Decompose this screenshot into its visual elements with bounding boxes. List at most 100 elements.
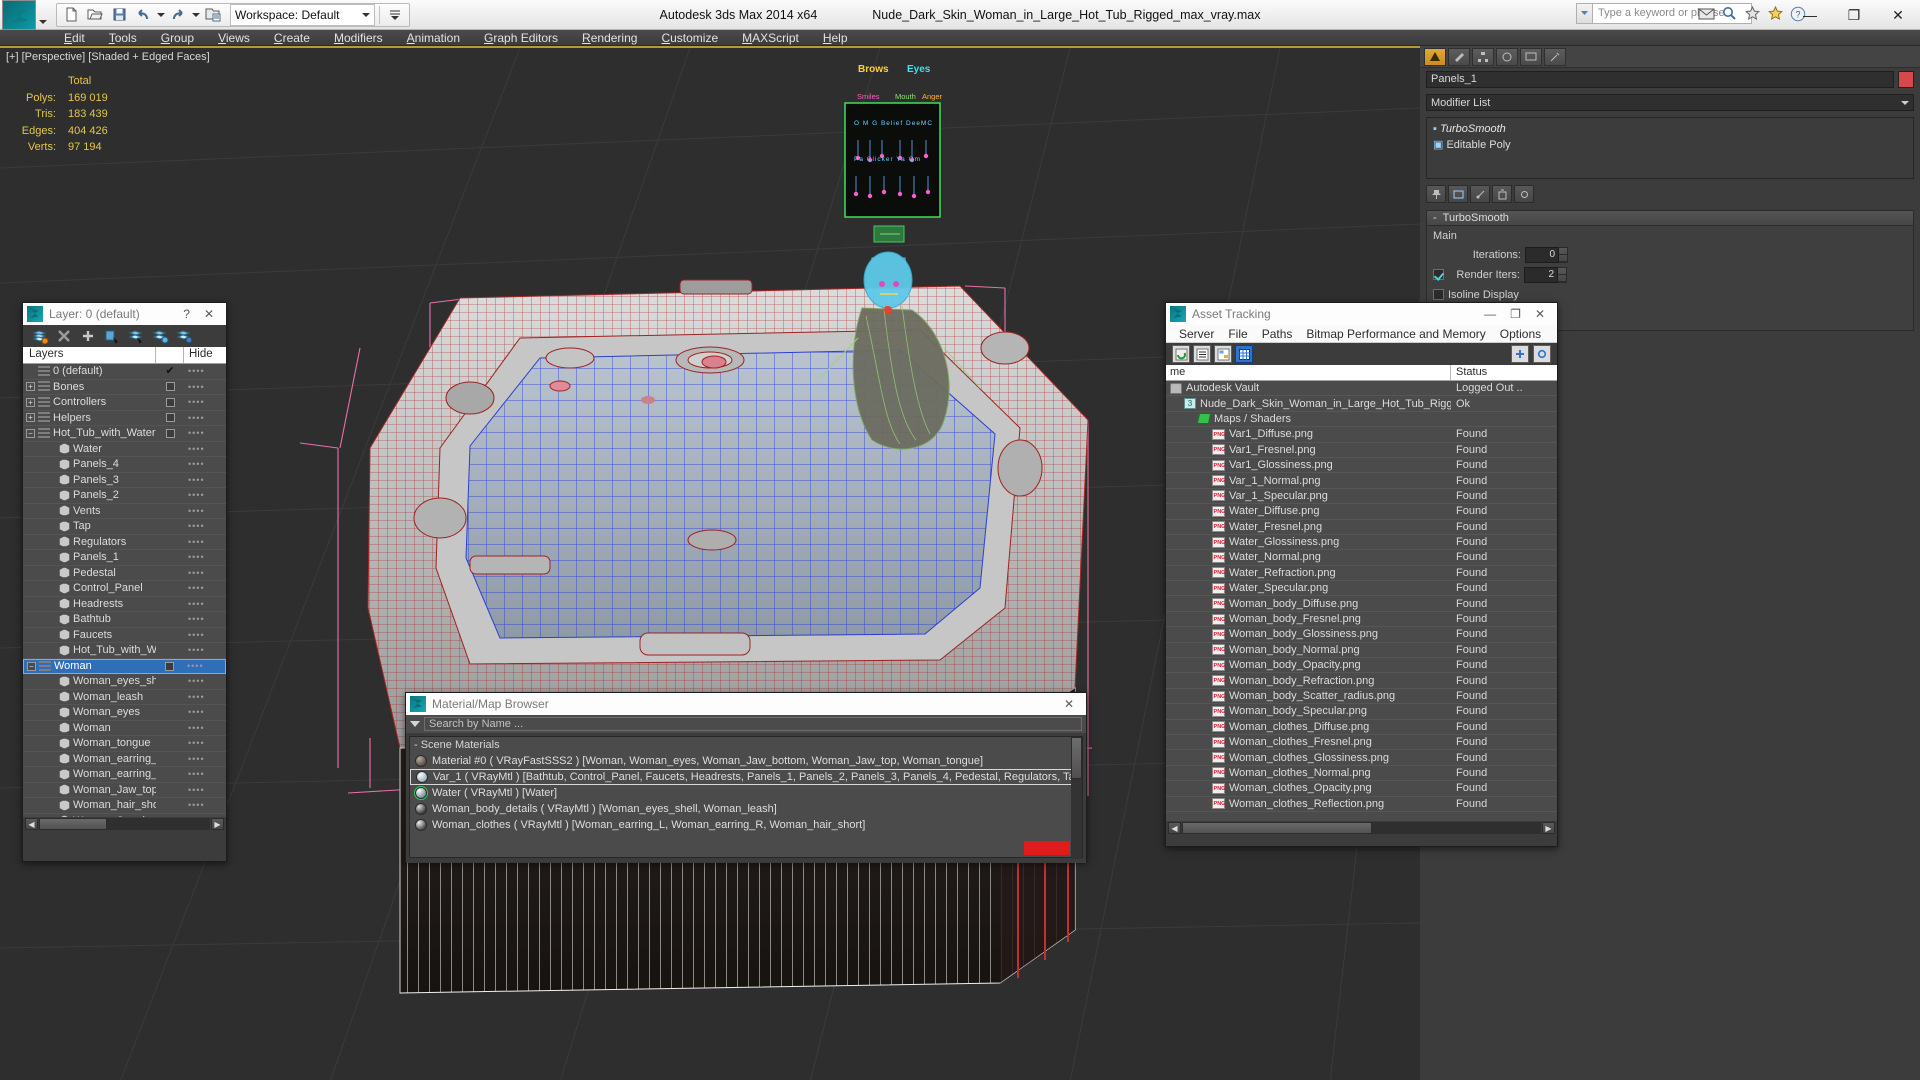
iterations-stepper[interactable]: 0 — [1525, 246, 1568, 263]
layer-row[interactable]: Panels_1 •••• — [23, 550, 226, 566]
layer-freeze-cell[interactable]: •••• — [184, 428, 226, 438]
asset-row[interactable]: Var_1_Specular.png Found — [1166, 489, 1557, 505]
stack-item-editable-poly[interactable]: ▣ Editable Poly — [1431, 137, 1909, 153]
layer-freeze-cell[interactable]: •••• — [184, 521, 226, 531]
asset-row[interactable]: Woman_clothes_Fresnel.png Found — [1166, 735, 1557, 751]
workspace-selector[interactable]: Workspace: Default — [230, 3, 375, 26]
stack-item-turbosmooth[interactable]: ▪ TurboSmooth — [1431, 121, 1909, 137]
open-file-icon[interactable] — [84, 4, 106, 26]
viewport-label[interactable]: [+] [Perspective] [Shaded + Edged Faces] — [6, 51, 210, 63]
menu-item-graph-editors[interactable]: Graph Editors — [472, 30, 570, 46]
asset-menu-options[interactable]: Options — [1493, 327, 1548, 341]
layer-freeze-cell[interactable]: •••• — [184, 769, 226, 779]
turbosmooth-rollout-header[interactable]: - TurboSmooth — [1427, 211, 1913, 226]
layer-row[interactable]: Water •••• — [23, 442, 226, 457]
layer-window-close-button[interactable]: ✕ — [204, 307, 214, 321]
asset-row[interactable]: Woman_clothes_Normal.png Found — [1166, 766, 1557, 782]
delete-layer-icon[interactable] — [53, 326, 75, 346]
layer-freeze-cell[interactable]: •••• — [184, 800, 226, 810]
select-highlighted-layer-icon[interactable] — [125, 326, 147, 346]
asset-expand-icon[interactable] — [1511, 345, 1529, 363]
menu-item-views[interactable]: Views — [206, 30, 262, 46]
asset-row[interactable]: Autodesk Vault Logged Out .. — [1166, 381, 1557, 397]
layer-row[interactable]: Regulators •••• — [23, 535, 226, 550]
layer-freeze-cell[interactable]: •••• — [184, 459, 226, 469]
asset-menu-bitmap-performance-and-memory[interactable]: Bitmap Performance and Memory — [1299, 327, 1492, 341]
add-selection-to-layer-icon[interactable] — [149, 326, 171, 346]
hide-checkbox[interactable] — [165, 397, 175, 407]
asset-row[interactable]: Maps / Shaders — [1166, 412, 1557, 428]
material-scroll-thumb[interactable] — [1071, 737, 1082, 779]
material-browser-menu-icon[interactable] — [410, 721, 420, 727]
layer-hide-cell[interactable] — [156, 397, 184, 407]
asset-row[interactable]: Water_Glossiness.png Found — [1166, 535, 1557, 551]
dependency-view-icon[interactable] — [1214, 345, 1232, 363]
layer-row[interactable]: Woman_eyes •••• — [23, 705, 226, 721]
layer-freeze-cell[interactable]: •••• — [184, 382, 226, 392]
asset-window-minimize-button[interactable]: — — [1484, 307, 1496, 321]
layer-freeze-cell[interactable]: •••• — [183, 661, 225, 671]
asset-scroll-track[interactable] — [1182, 822, 1541, 834]
tab-hierarchy[interactable] — [1472, 47, 1494, 66]
render-iters-value[interactable]: 2 — [1524, 266, 1558, 283]
asset-row[interactable]: Water_Fresnel.png Found — [1166, 520, 1557, 535]
menu-item-group[interactable]: Group — [149, 30, 206, 46]
asset-row[interactable]: Woman_clothes_Diffuse.png Found — [1166, 720, 1557, 735]
layer-scroll-right-icon[interactable]: ▶ — [211, 818, 224, 830]
asset-row[interactable]: Var1_Fresnel.png Found — [1166, 443, 1557, 458]
tab-modify[interactable] — [1448, 47, 1470, 66]
tab-utilities[interactable] — [1544, 47, 1566, 66]
asset-row[interactable]: Woman_body_Glossiness.png Found — [1166, 627, 1557, 643]
asset-scroll-left-icon[interactable]: ◀ — [1168, 822, 1181, 834]
grid-view-icon[interactable] — [1235, 345, 1253, 363]
layer-hide-cell[interactable] — [156, 382, 184, 392]
tab-create[interactable] — [1424, 47, 1446, 66]
menu-item-customize[interactable]: Customize — [649, 30, 730, 46]
layer-row[interactable]: Panels_3 •••• — [23, 473, 226, 488]
layer-row[interactable]: + Bones •••• — [23, 380, 226, 395]
asset-row[interactable]: Woman_body_Fresnel.png Found — [1166, 612, 1557, 628]
delete-highlighted-layer-icon[interactable] — [29, 326, 51, 346]
workspace-chevron-down-icon[interactable] — [361, 12, 370, 17]
layer-row[interactable]: Woman_Jaw_top •••• — [23, 783, 226, 798]
menu-item-animation[interactable]: Animation — [395, 30, 472, 46]
save-file-icon[interactable] — [108, 4, 130, 26]
close-button[interactable]: ✕ — [1876, 0, 1920, 30]
layer-freeze-cell[interactable]: •••• — [184, 723, 226, 733]
layer-freeze-cell[interactable]: •••• — [184, 707, 226, 717]
asset-row[interactable]: Woman_body_Diffuse.png Found — [1166, 596, 1557, 612]
layer-scroll-track[interactable] — [39, 818, 210, 830]
asset-horizontal-scrollbar[interactable]: ◀ ▶ — [1166, 821, 1557, 835]
layer-freeze-cell[interactable]: •••• — [184, 552, 226, 562]
layer-freeze-cell[interactable]: •••• — [184, 676, 226, 686]
material-window-titlebar[interactable]: Material/Map Browser ✕ — [406, 693, 1086, 715]
communication-center-icon[interactable] — [1696, 3, 1716, 24]
maximize-button[interactable]: ❐ — [1832, 0, 1876, 30]
layer-freeze-cell[interactable]: •••• — [184, 754, 226, 764]
layer-row[interactable]: + Helpers •••• — [23, 411, 226, 426]
layer-row[interactable]: Woman_earring_L •••• — [23, 752, 226, 767]
menu-item-maxscript[interactable]: MAXScript — [730, 30, 811, 46]
app-menu-dropdown[interactable] — [36, 0, 50, 30]
layer-row[interactable]: Headrests •••• — [23, 597, 226, 612]
collapse-icon[interactable]: − — [26, 428, 35, 438]
layer-hide-cell[interactable] — [156, 413, 184, 423]
object-color-swatch[interactable] — [1898, 71, 1914, 88]
material-search-input[interactable]: Search by Name ... — [424, 717, 1082, 731]
app-logo-icon[interactable] — [2, 0, 36, 30]
asset-row[interactable]: Var1_Diffuse.png Found — [1166, 427, 1557, 443]
scene-materials-list[interactable]: Material #0 ( VRayFastSSS2 ) [Woman, Wom… — [410, 753, 1082, 833]
modifier-list-dropdown[interactable]: Modifier List — [1426, 94, 1914, 111]
asset-row[interactable]: Woman_clothes_Opacity.png Found — [1166, 781, 1557, 797]
layer-freeze-cell[interactable]: •••• — [184, 413, 226, 423]
layer-horizontal-scrollbar[interactable]: ◀ ▶ — [23, 817, 226, 831]
minimize-button[interactable]: — — [1788, 0, 1832, 30]
material-row[interactable]: Water ( VRayMtl ) [Water] — [410, 785, 1082, 801]
render-iters-checkbox[interactable] — [1433, 269, 1444, 280]
modifier-list-chevron-down-icon[interactable] — [1901, 100, 1909, 105]
layer-scroll-left-icon[interactable]: ◀ — [25, 818, 38, 830]
material-map-browser-window[interactable]: Material/Map Browser ✕ Search by Name ..… — [405, 692, 1087, 863]
layer-freeze-cell[interactable]: •••• — [184, 444, 226, 454]
asset-row[interactable]: Water_Specular.png Found — [1166, 581, 1557, 597]
asset-row[interactable]: Woman_clothes_Reflection.png Found — [1166, 797, 1557, 812]
